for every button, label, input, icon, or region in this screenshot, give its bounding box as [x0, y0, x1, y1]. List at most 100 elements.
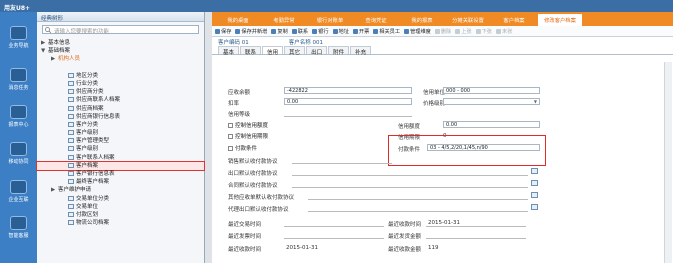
rail-label: 企业互联 — [8, 197, 29, 203]
tree-item[interactable]: 客户联系人档案 — [37, 154, 204, 162]
tree-toggle-icon[interactable]: ▼ — [41, 47, 48, 55]
credit-limit-field[interactable]: 0.00 — [443, 121, 540, 128]
tree-item[interactable]: 供应商银行信息表 — [37, 113, 204, 121]
toolbar-button[interactable]: 联系 — [291, 28, 308, 35]
toolbar-button[interactable]: 管理维度 — [404, 28, 431, 35]
toolbar-button-label: 删除 — [440, 28, 452, 35]
tree-item[interactable]: 付款区划 — [37, 211, 204, 219]
ctrl-credit-period-checkbox[interactable]: 控制信用期限 — [228, 132, 268, 140]
search-input[interactable]: 请输入您要搜索的功能 — [42, 25, 199, 35]
tree-item-label: 供应商分类 — [76, 89, 104, 96]
sub-tab[interactable]: 信用 — [262, 46, 284, 56]
tree-item[interactable]: 最终客户档案 — [37, 178, 204, 186]
nav-tree: ▶ 基本信息 ▼ 基础档案 ▶ 机构人员地区分类 行业分类 供应商分类 供应商联系人档案 供应商档… — [36, 37, 205, 227]
document-icon — [68, 179, 74, 185]
lookup-icon[interactable] — [531, 192, 538, 198]
toolbar-button[interactable]: 保存并新增 — [235, 28, 267, 35]
lookup-icon[interactable] — [531, 204, 538, 210]
tree-item[interactable]: ▼ 基础档案 — [37, 47, 204, 55]
tree-item[interactable]: 客户档案 — [36, 160, 205, 172]
sub-tab[interactable]: 其它 — [284, 46, 306, 56]
rail-item[interactable]: 消息任务 — [0, 68, 37, 91]
document-icon — [68, 146, 74, 152]
sub-tab[interactable]: 联系 — [240, 46, 262, 56]
ctrl-credit-limit-checkbox[interactable]: 控制信用额度 — [228, 121, 268, 129]
lookup-icon[interactable] — [531, 180, 538, 186]
rail-item[interactable]: 报表中心 — [0, 105, 37, 128]
rail-item[interactable]: 移动协同 — [0, 142, 37, 165]
tree-item[interactable]: 交易单位分类 — [37, 195, 204, 203]
last-collection-line — [426, 226, 526, 227]
rail-item[interactable]: 企业互联 — [0, 180, 37, 203]
tree-item[interactable]: 客户级别 — [37, 129, 204, 137]
toolbar-button[interactable]: 相关员工 — [373, 28, 400, 35]
contract-protocol-line — [292, 187, 528, 188]
sub-tab[interactable]: 补充 — [350, 46, 372, 56]
toolbar-button[interactable]: 银行 — [312, 28, 329, 35]
sub-tab[interactable]: 出口 — [306, 46, 328, 56]
tab[interactable]: 查询凭证 — [354, 14, 398, 26]
tab[interactable]: 客户档案 — [492, 14, 536, 26]
tab[interactable]: 我的报表 — [400, 14, 444, 26]
discount-field[interactable]: 0.00 — [284, 98, 412, 105]
enterprise-icon — [10, 180, 27, 194]
tab[interactable]: 我的桌面 — [216, 14, 260, 26]
sub-tab[interactable]: 附件 — [328, 46, 350, 56]
message-icon — [10, 68, 27, 82]
toolbar-button[interactable]: 下张 — [475, 28, 492, 35]
ar-balance-field[interactable]: -422822 — [284, 87, 412, 94]
tree-item[interactable]: 地区分类 — [37, 72, 204, 80]
tree-toggle-icon[interactable]: ▶ — [41, 39, 48, 47]
tab[interactable]: 分摊关联设置 — [446, 14, 490, 26]
tree-toggle-icon[interactable]: ▶ — [51, 186, 58, 194]
tree-item-label: 供应商银行信息表 — [76, 113, 121, 120]
tree-toggle-icon[interactable]: ▶ — [51, 55, 58, 63]
tab[interactable]: 考勤异常 — [262, 14, 306, 26]
toolbar-button-label: 地址 — [338, 28, 349, 35]
tree-item[interactable]: ▶ 机构人员 — [37, 55, 204, 63]
tree-item[interactable]: 物流公司档案 — [37, 219, 204, 227]
toolbar-button[interactable]: 末张 — [496, 28, 512, 35]
rail-item[interactable]: 业务导航 — [0, 26, 37, 49]
toolbar-icon — [373, 28, 379, 34]
tab[interactable]: 银行对账单 — [308, 14, 352, 26]
lookup-icon[interactable] — [531, 168, 538, 174]
credit-unit-field[interactable]: 000 - 000 — [443, 87, 540, 94]
left-rail: 业务导航消息任务报表中心移动协同企业互联智能客服 — [0, 12, 37, 263]
vertical-scrollbar[interactable] — [664, 62, 672, 263]
price-level-select[interactable]: ▼ — [443, 98, 540, 105]
sidebar: 经典树形 请输入您要搜索的功能 ▶ 基本信息 ▼ 基础档案 ▶ 机构人员 地区分类 行业分类供… — [36, 12, 205, 263]
tree-item[interactable]: 供应商分类 — [37, 88, 204, 96]
tree-item[interactable]: 供应商联系人档案 — [37, 96, 204, 104]
tree-item[interactable]: 客户管理类型 — [37, 137, 204, 145]
sub-tab[interactable]: 基本 — [218, 46, 240, 56]
export-protocol-line — [292, 175, 528, 176]
tree-item[interactable]: 客户银行信息表 — [37, 170, 204, 178]
tree-item-label: 客户档案 — [76, 162, 99, 169]
tree-item[interactable]: ▶ 基本信息 — [37, 39, 204, 47]
last-trade-line — [284, 226, 384, 227]
tab[interactable]: 修改客户档案 — [538, 14, 582, 26]
tree-item[interactable]: 行业分类 — [37, 80, 204, 88]
sales-protocol-line — [292, 163, 392, 164]
tree-item[interactable]: 供应商档案 — [37, 105, 204, 113]
rail-item[interactable]: 智能客服 — [0, 216, 37, 239]
tree-item[interactable]: 交易单位 — [37, 203, 204, 211]
document-icon — [68, 211, 74, 217]
tree-item[interactable]: ▶ 客户维护申请 — [37, 186, 204, 194]
toolbar-button[interactable]: 地址 — [332, 28, 349, 35]
toolbar-button[interactable]: 复制 — [271, 28, 288, 35]
credit-grade-label: 信用等级 — [228, 112, 251, 118]
collaboration-icon — [10, 142, 27, 156]
tree-item[interactable]: 客户级别 — [37, 145, 204, 153]
ctrl-pay-term-checkbox[interactable]: 付款条件 — [228, 144, 257, 152]
tree-item[interactable]: 客户分类 — [37, 121, 204, 129]
toolbar-button[interactable]: 开票 — [352, 28, 369, 35]
toolbar-button[interactable]: 上张 — [455, 28, 472, 35]
customer-info: 客户编码 01 客户名称 001 — [212, 37, 673, 46]
tree-item[interactable] — [37, 64, 204, 72]
main-content: 我的桌面 考勤异常 银行对账单 查询凭证 我的报表 分摊关联设置 客户档案 修改客户档案 保存… — [212, 12, 673, 263]
toolbar-button[interactable]: 删除 — [434, 28, 452, 35]
rail-label: 业务导航 — [8, 43, 29, 49]
toolbar-button[interactable]: 保存 — [215, 28, 231, 35]
